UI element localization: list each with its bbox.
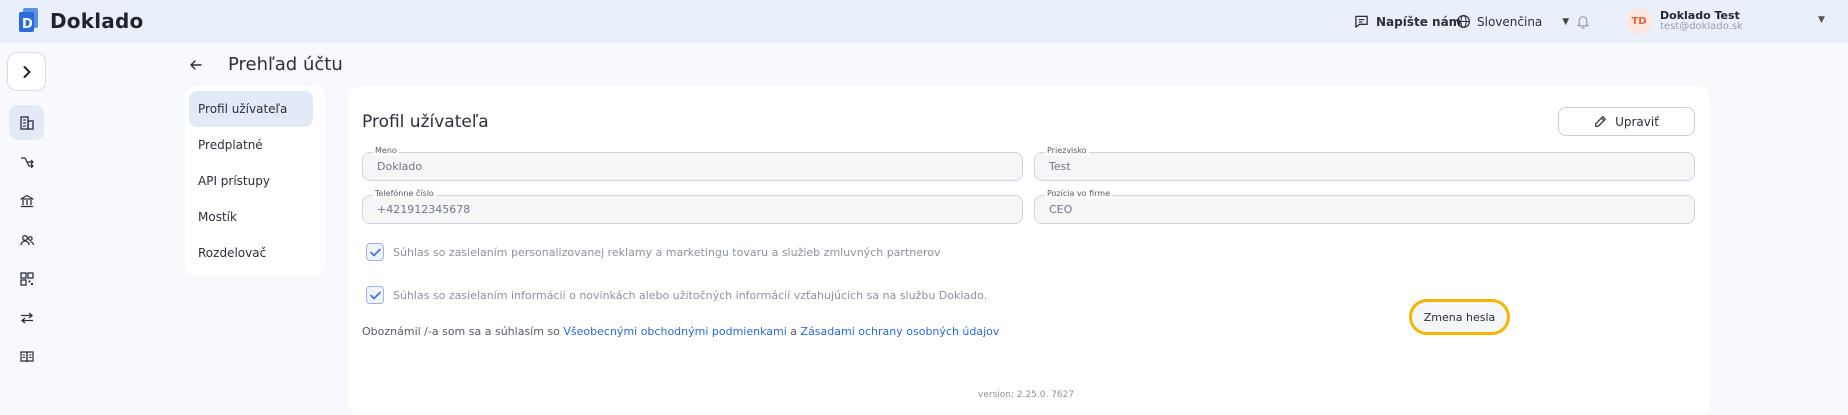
- chevron-down-icon: ▼: [1562, 16, 1570, 27]
- subnav-item-api-access[interactable]: API prístupy: [189, 163, 313, 199]
- last-name-field[interactable]: Priezvisko: [1034, 146, 1695, 181]
- rail-item-book[interactable]: [9, 339, 44, 374]
- sidebar-expand-button[interactable]: [7, 52, 46, 91]
- doklado-logo-icon: D: [14, 6, 44, 36]
- last-name-input[interactable]: [1035, 153, 1694, 180]
- bank-icon: [19, 194, 34, 207]
- profile-card: Profil užívateľa Upraviť Meno Priezvisko…: [348, 86, 1710, 415]
- page-title: Prehľad účtu: [228, 54, 343, 75]
- position-input[interactable]: [1035, 196, 1694, 223]
- terms-prefix: Oboznámil /-a som sa a súhlasím so: [362, 325, 564, 338]
- subnav-item-bridge[interactable]: Mostík: [189, 199, 313, 235]
- edit-button[interactable]: Upraviť: [1558, 107, 1695, 136]
- avatar[interactable]: TD: [1626, 8, 1652, 34]
- phone-field[interactable]: Telefónne číslo: [362, 189, 1023, 224]
- subnav-item-profile[interactable]: Profil užívateľa: [189, 91, 313, 127]
- marketing-consent-checkbox[interactable]: [366, 243, 384, 261]
- change-password-button[interactable]: Zmena hesla: [1409, 299, 1510, 335]
- checkmark-icon: [369, 248, 381, 256]
- first-name-field[interactable]: Meno: [362, 146, 1023, 181]
- app-name: Doklado: [50, 9, 144, 33]
- contact-us-button[interactable]: Napíšte nám: [1354, 0, 1461, 43]
- chevron-right-icon: [23, 65, 30, 78]
- newsletter-consent[interactable]: Súhlas so zasielaním informácií o novink…: [366, 286, 987, 304]
- rail-item-transfers[interactable]: [9, 300, 44, 335]
- subnav-item-splitter[interactable]: Rozdelovač: [189, 235, 313, 271]
- transfer-icon: [20, 312, 33, 323]
- edit-button-label: Upraviť: [1615, 114, 1659, 129]
- language-select[interactable]: Slovenčina ▼: [1456, 0, 1569, 43]
- marketing-consent[interactable]: Súhlas so zasielaním personalizovanej re…: [366, 243, 941, 261]
- subnav-item-subscription[interactable]: Predplatné: [189, 127, 313, 163]
- rail-item-users[interactable]: [9, 222, 44, 257]
- top-bar: D Doklado Napíšte nám Slovenčina ▼ TD Do…: [0, 0, 1848, 43]
- newsletter-consent-label: Súhlas so zasielaním informácií o novink…: [393, 288, 988, 302]
- version-label: version: 2.25.0. 7627: [978, 390, 1075, 400]
- notifications-button[interactable]: [1576, 0, 1590, 43]
- rail-item-workflow[interactable]: [9, 144, 44, 179]
- qr-code-icon: [19, 271, 34, 286]
- privacy-link[interactable]: Zásadami ochrany osobných údajov: [801, 325, 1000, 338]
- profile-title: Profil užívateľa: [362, 112, 489, 132]
- bell-icon: [1577, 16, 1589, 29]
- marketing-consent-label: Súhlas so zasielaním personalizovanej re…: [393, 245, 941, 259]
- user-menu-chevron-icon[interactable]: ▼: [1818, 15, 1825, 25]
- checkmark-icon: [369, 291, 381, 299]
- position-field[interactable]: Pozícia vo firme: [1034, 189, 1695, 224]
- contact-us-label: Napíšte nám: [1376, 14, 1462, 29]
- account-subnav: Profil užívateľa Predplatné API prístupy…: [185, 86, 325, 276]
- terms-link[interactable]: Všeobecnými obchodnými podmienkami: [563, 325, 786, 338]
- logo[interactable]: D Doklado: [14, 6, 143, 36]
- terms-conjunction: a: [786, 325, 801, 338]
- rail-item-qr[interactable]: [9, 261, 44, 296]
- pencil-icon: [1595, 116, 1607, 127]
- back-button[interactable]: [188, 57, 204, 77]
- book-icon: [19, 350, 34, 362]
- rail-item-company[interactable]: [9, 105, 44, 140]
- terms-consent-text: Oboznámil /-a som sa a súhlasím so Všeob…: [362, 325, 999, 338]
- rail-item-bank[interactable]: [9, 183, 44, 218]
- newsletter-consent-checkbox[interactable]: [366, 286, 384, 304]
- building-icon: [19, 115, 34, 130]
- svg-text:D: D: [22, 17, 33, 32]
- language-label: Slovenčina: [1477, 14, 1543, 29]
- chat-icon: [1355, 15, 1368, 28]
- users-icon: [19, 234, 34, 245]
- globe-icon: [1456, 14, 1471, 29]
- arrow-left-icon: [190, 60, 202, 70]
- user-email: test@doklado.sk: [1660, 21, 1743, 32]
- workflow-icon: [20, 156, 34, 168]
- phone-input[interactable]: [363, 196, 1022, 223]
- first-name-input[interactable]: [363, 153, 1022, 180]
- change-password-label: Zmena hesla: [1423, 310, 1496, 324]
